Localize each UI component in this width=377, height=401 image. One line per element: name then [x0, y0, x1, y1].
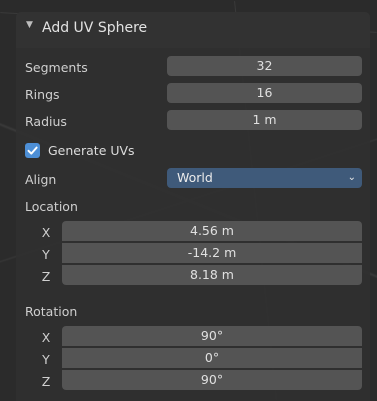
- location-x-field[interactable]: 4.56 m: [62, 221, 362, 241]
- checkmark-icon: [27, 146, 38, 155]
- location-z-label: Z: [41, 269, 51, 284]
- align-dropdown[interactable]: World ⌄: [167, 168, 362, 188]
- rotation-z-field[interactable]: 90°: [62, 370, 362, 390]
- location-x-label: X: [41, 225, 51, 240]
- align-selected-value: World: [177, 170, 213, 185]
- panel-header[interactable]: ▼ Add UV Sphere: [16, 12, 370, 48]
- rings-field[interactable]: 16: [167, 83, 362, 103]
- panel-title: Add UV Sphere: [42, 20, 148, 36]
- rotation-y-label: Y: [42, 352, 50, 367]
- location-z-field[interactable]: 8.18 m: [62, 265, 362, 285]
- generate-uvs-checkbox[interactable]: [25, 143, 40, 158]
- radius-label: Radius: [25, 114, 67, 129]
- operator-redo-panel: ▼ Add UV Sphere Segments 32 Rings 16 Rad…: [16, 12, 370, 401]
- segments-field[interactable]: 32: [167, 56, 362, 76]
- location-y-label: Y: [42, 247, 50, 262]
- rotation-y-field[interactable]: 0°: [62, 348, 362, 368]
- location-label: Location: [25, 199, 78, 214]
- location-y-field[interactable]: -14.2 m: [62, 243, 362, 263]
- rotation-label: Rotation: [25, 304, 78, 319]
- radius-field[interactable]: 1 m: [167, 110, 362, 130]
- generate-uvs-label[interactable]: Generate UVs: [48, 143, 135, 158]
- chevron-down-icon: ⌄: [347, 172, 356, 183]
- rotation-x-label: X: [41, 330, 51, 345]
- collapse-arrow-icon[interactable]: ▼: [26, 20, 33, 30]
- rotation-z-label: Z: [41, 374, 51, 389]
- rings-label: Rings: [25, 87, 60, 102]
- rotation-x-field[interactable]: 90°: [62, 326, 362, 346]
- align-label: Align: [25, 172, 57, 187]
- segments-label: Segments: [25, 60, 88, 75]
